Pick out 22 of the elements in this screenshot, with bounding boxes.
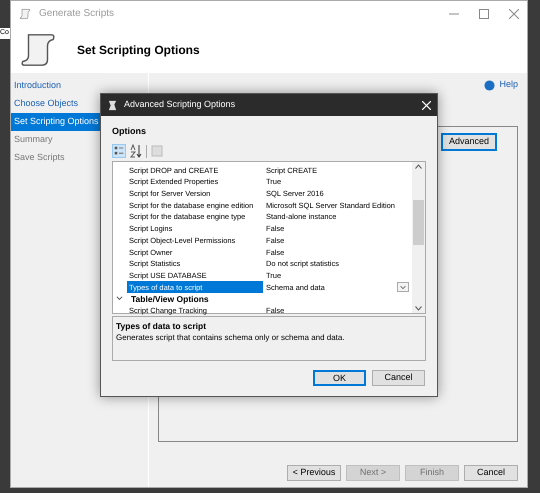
maximize-icon[interactable] [479,8,489,18]
sort-icon[interactable] [129,144,143,158]
dialog-button[interactable]: OK [313,370,366,386]
advanced-button[interactable]: Advanced [440,133,497,151]
footer-button[interactable]: Cancel [464,465,518,481]
page-heading: Set Scripting Options [77,42,200,58]
dropdown-icon[interactable] [397,282,409,292]
scroll-up-icon[interactable] [415,164,422,168]
categorized-icon[interactable] [112,144,126,158]
chevron-icon[interactable] [116,295,123,302]
dialog-button[interactable]: Cancel [372,370,425,386]
scroll-down-icon[interactable] [415,306,422,310]
help-link[interactable]: Help [499,78,518,92]
footer-button[interactable]: < Previous [287,465,341,481]
nav-item[interactable]: Introduction [11,77,148,95]
description-text: Generates script that contains schema only or schema and data. [116,332,346,344]
dialog-title: Advanced Scripting Options [124,98,236,112]
window-title: Generate Scripts [39,7,114,21]
scroll-thumb[interactable] [413,200,424,244]
scrollbar[interactable] [412,162,425,312]
description-title: Types of data to script [116,320,208,332]
category-label[interactable]: Table/View Options [131,292,209,306]
